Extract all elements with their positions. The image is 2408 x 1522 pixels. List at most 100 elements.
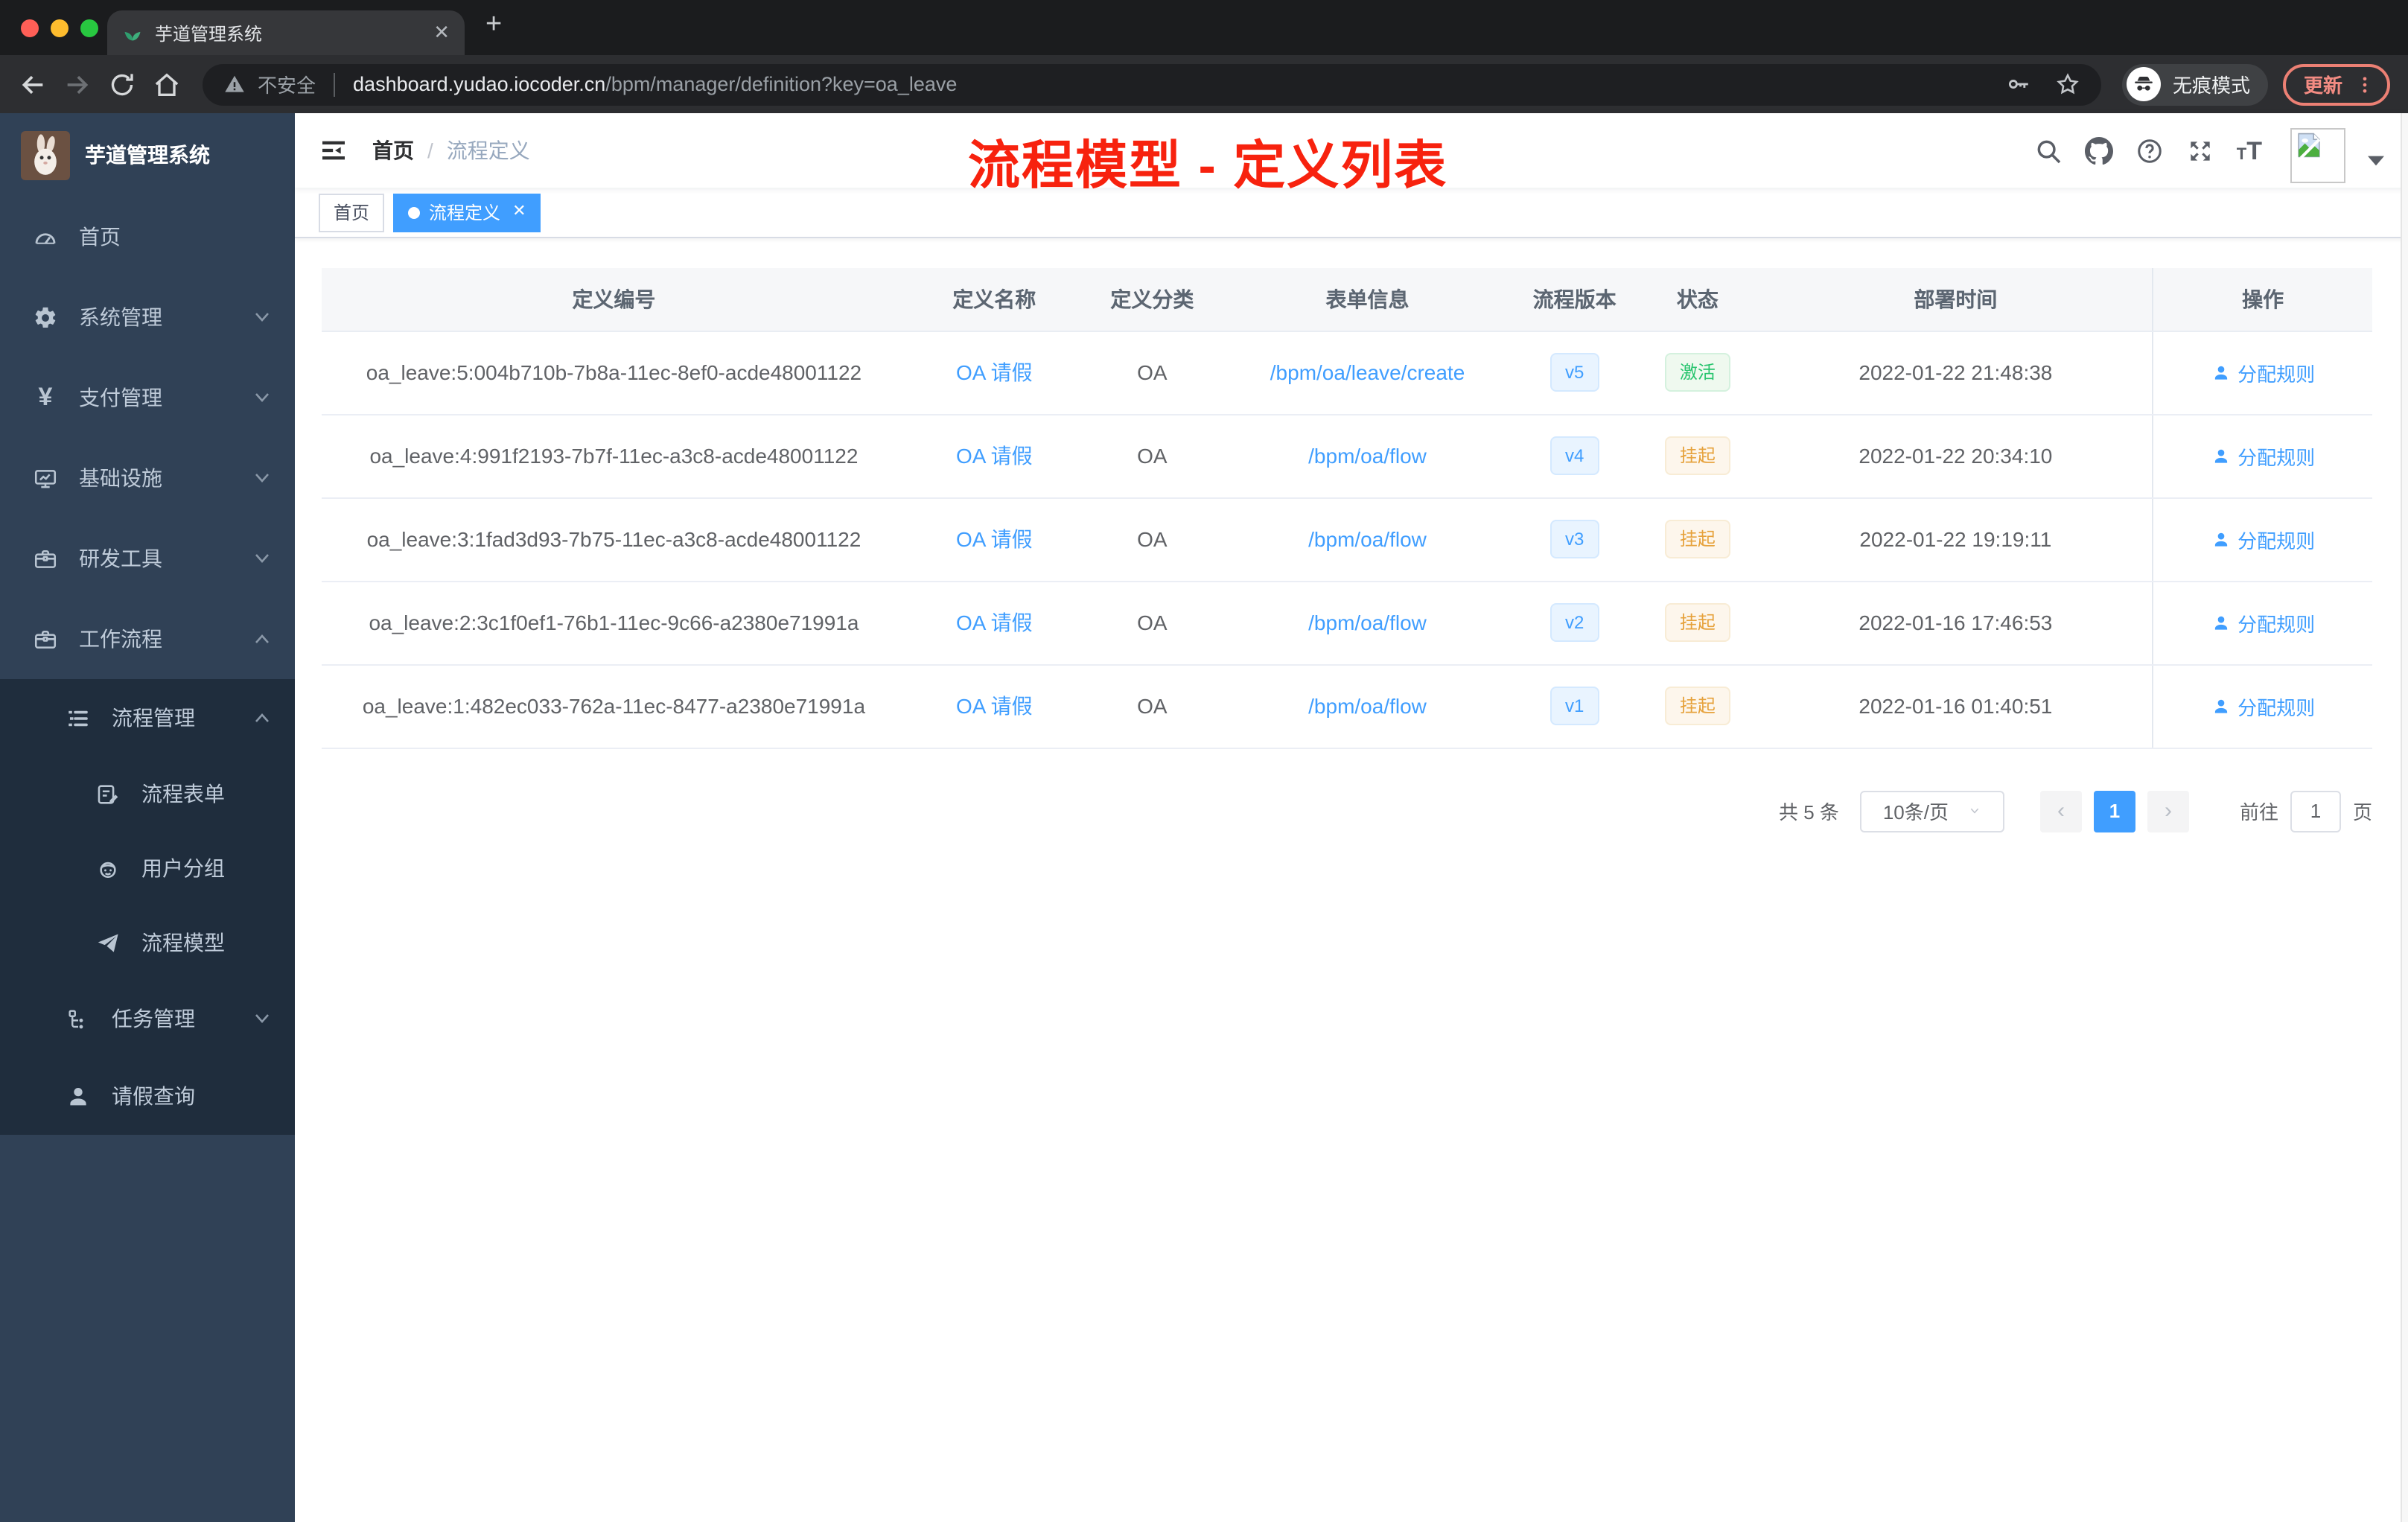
font-size-icon[interactable]: TT: [2237, 138, 2262, 163]
breadcrumb-current: 流程定义: [446, 138, 530, 162]
home-icon[interactable]: [152, 69, 182, 99]
sidebar-item-process-model[interactable]: 流程模型: [0, 905, 295, 980]
sidebar-item-process-manage[interactable]: 流程管理: [0, 679, 295, 757]
browser-menu-dots-icon[interactable]: [2354, 74, 2375, 95]
sidebar-item-process-form[interactable]: 流程表单: [0, 757, 295, 831]
chrome-update-button[interactable]: 更新: [2282, 63, 2390, 105]
bookmark-star-icon[interactable]: [2055, 71, 2080, 97]
cell-definition-name: OA 请假: [905, 414, 1083, 498]
cell-definition-id: oa_leave:3:1fad3d93-7b75-11ec-a3c8-acde4…: [322, 497, 906, 582]
form-info-link[interactable]: /bpm/oa/flow: [1308, 694, 1427, 718]
sidebar-logo[interactable]: 芋道管理系统: [0, 113, 295, 197]
definition-name-link[interactable]: OA 请假: [956, 360, 1033, 384]
tag-close-icon[interactable]: ✕: [512, 203, 526, 220]
window-minimize-button[interactable]: [51, 19, 69, 37]
key-icon[interactable]: [2006, 71, 2031, 97]
monitor-icon: [33, 465, 58, 491]
sidebar-item-devtools[interactable]: 研发工具: [0, 518, 295, 599]
user-avatar[interactable]: [2290, 127, 2345, 182]
browser-tab-strip: 芋道管理系统 ✕ +: [0, 0, 2408, 55]
table-header-row: 定义编号 定义名称 定义分类 表单信息 流程版本 状态 部署时间 操作: [322, 268, 2372, 331]
assign-rule-button[interactable]: 分配规则: [2211, 358, 2315, 386]
sidebar-item-task-manage[interactable]: 任务管理: [0, 980, 295, 1057]
form-info-link[interactable]: /bpm/oa/flow: [1308, 444, 1427, 468]
user-icon: [2211, 696, 2230, 716]
search-icon[interactable]: [2034, 136, 2063, 165]
sidebar-item-payment[interactable]: ¥ 支付管理: [0, 357, 295, 438]
table-row: oa_leave:5:004b710b-7b8a-11ec-8ef0-acde4…: [322, 331, 2372, 415]
form-info-link[interactable]: /bpm/oa/flow: [1308, 527, 1427, 551]
form-info-link[interactable]: /bpm/oa/leave/create: [1270, 360, 1465, 384]
definition-name-link[interactable]: OA 请假: [956, 611, 1033, 634]
browser-tab[interactable]: 芋道管理系统 ✕: [107, 10, 465, 55]
toolbox-icon: [33, 626, 58, 652]
help-icon[interactable]: [2135, 136, 2164, 165]
version-tag: v3: [1549, 520, 1599, 558]
url-host: dashboard.yudao.iocoder.cn: [353, 73, 606, 95]
assign-rule-button[interactable]: 分配规则: [2211, 692, 2315, 720]
tag-label: 首页: [334, 203, 370, 223]
window-close-button[interactable]: [21, 19, 39, 37]
page-suffix: 页: [2352, 801, 2372, 824]
sidebar-item-user-group[interactable]: 用户分组: [0, 831, 295, 905]
cell-deploy-time: 2022-01-22 20:34:10: [1759, 414, 2153, 498]
status-badge: 挂起: [1664, 436, 1730, 475]
sidebar-item-label: 用户分组: [141, 856, 225, 880]
pagination: 共 5 条 10条/页 ‹ 1 › 前往 1 页: [322, 790, 2372, 832]
assign-rule-button[interactable]: 分配规则: [2211, 525, 2315, 553]
prev-page-button[interactable]: ‹: [2039, 790, 2082, 832]
assign-rule-button[interactable]: 分配规则: [2211, 608, 2315, 637]
user-icon: [2211, 446, 2230, 465]
form-info-link[interactable]: /bpm/oa/flow: [1308, 611, 1427, 634]
cell-deploy-time: 2022-01-22 19:19:11: [1759, 497, 2153, 582]
assign-rule-label: 分配规则: [2237, 446, 2316, 468]
forward-icon[interactable]: [63, 69, 92, 99]
window-scrollbar[interactable]: [2401, 113, 2408, 1522]
tab-close-icon[interactable]: ✕: [433, 21, 450, 45]
reload-icon[interactable]: [107, 69, 137, 99]
tab-title: 芋道管理系统: [155, 23, 263, 44]
paper-plane-icon: [95, 930, 121, 955]
cell-version: v1: [1513, 664, 1637, 748]
window-zoom-button[interactable]: [80, 19, 98, 37]
sidebar-item-infra[interactable]: 基础设施: [0, 438, 295, 518]
definition-name-link[interactable]: OA 请假: [956, 527, 1033, 551]
definition-name-link[interactable]: OA 请假: [956, 444, 1033, 468]
window-controls: [21, 19, 98, 37]
cell-deploy-time: 2022-01-16 17:46:53: [1759, 581, 2153, 665]
user-icon: [2211, 529, 2230, 549]
update-label: 更新: [2303, 74, 2342, 97]
assign-rule-button[interactable]: 分配规则: [2211, 442, 2315, 470]
cell-category: OA: [1082, 664, 1222, 748]
breadcrumb: 首页 / 流程定义: [372, 136, 530, 165]
github-icon[interactable]: [2084, 136, 2113, 165]
address-bar[interactable]: 不安全 dashboard.yudao.iocoder.cn/bpm/manag…: [203, 63, 2101, 105]
page-number-button[interactable]: 1: [2093, 790, 2135, 832]
breadcrumb-home[interactable]: 首页: [372, 136, 414, 165]
goto-page-input[interactable]: 1: [2290, 790, 2341, 832]
definition-name-link[interactable]: OA 请假: [956, 694, 1033, 718]
sidebar-item-label: 系统管理: [79, 305, 162, 329]
page-size-select[interactable]: 10条/页: [1859, 790, 2004, 832]
incognito-label: 无痕模式: [2172, 74, 2250, 97]
tag-label: 流程定义: [429, 203, 501, 223]
back-icon[interactable]: [18, 69, 48, 99]
table-row: oa_leave:1:482ec033-762a-11ec-8477-a2380…: [322, 664, 2372, 748]
sidebar-item-home[interactable]: 首页: [0, 197, 295, 277]
avatar-caret-down-icon[interactable]: [2368, 155, 2384, 167]
not-secure-label: 不安全: [258, 74, 316, 97]
url-path: /bpm/manager/definition?key=oa_leave: [605, 73, 958, 95]
sidebar-item-workflow[interactable]: 工作流程: [0, 599, 295, 679]
tags-view-tag[interactable]: 首页: [319, 193, 385, 232]
assign-rule-label: 分配规则: [2237, 613, 2316, 635]
sidebar-item-system[interactable]: 系统管理: [0, 277, 295, 357]
tags-view-tag[interactable]: 流程定义 ✕: [393, 193, 541, 232]
cell-version: v4: [1513, 414, 1637, 498]
new-tab-button[interactable]: +: [485, 9, 502, 42]
fullscreen-icon[interactable]: [2186, 136, 2214, 165]
sidebar-collapse-icon[interactable]: [319, 136, 348, 165]
sidebar-item-leave-query[interactable]: 请假查询: [0, 1057, 295, 1135]
cell-status: 挂起: [1636, 414, 1759, 498]
assign-rule-label: 分配规则: [2237, 529, 2316, 552]
next-page-button[interactable]: ›: [2147, 790, 2189, 832]
